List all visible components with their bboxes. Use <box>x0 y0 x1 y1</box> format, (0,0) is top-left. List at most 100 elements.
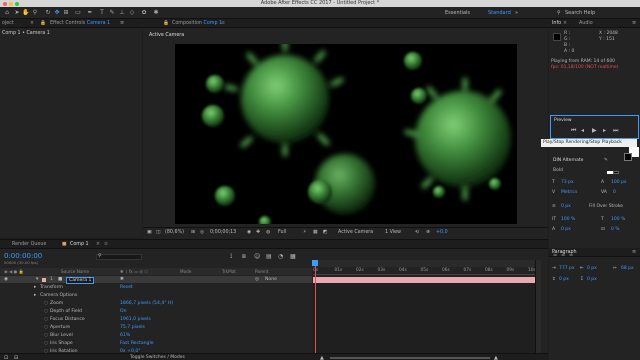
tab-info[interactable]: Info <box>552 20 561 27</box>
timeline-scrollbar[interactable] <box>535 260 541 355</box>
brush-tool-icon[interactable]: ✎ <box>108 9 116 17</box>
motion-blur-icon[interactable]: ◔ <box>278 253 283 260</box>
search-help-input[interactable]: Search Help <box>565 10 595 16</box>
resolution-dropdown[interactable]: Full <box>278 230 286 235</box>
align-left-icon[interactable]: ☰ <box>553 253 557 258</box>
font-style-dropdown[interactable]: Bold <box>553 168 563 173</box>
expand-layer-icon[interactable]: ▾ <box>36 276 38 283</box>
minimize-window-button[interactable] <box>9 1 13 6</box>
exposure-value[interactable]: +0,0 <box>436 230 448 235</box>
panel-menu-icon[interactable]: ≡ <box>632 249 636 255</box>
workspace-standard[interactable]: Standard <box>488 10 511 16</box>
region-of-interest-icon[interactable]: ▣ <box>147 230 152 235</box>
zoom-window-button[interactable] <box>15 1 19 6</box>
roto-brush-icon[interactable]: ✿ <box>140 9 148 17</box>
tab-effect-controls[interactable]: Effect Controls Camera 1 <box>50 20 110 27</box>
property-row[interactable]: ▸ Transform Reset <box>0 284 312 291</box>
property-row[interactable]: ◌ Focus Distance 1961,0 pixels <box>0 316 312 323</box>
stopwatch-icon[interactable]: ◌ <box>44 340 48 347</box>
stroke-type-dropdown[interactable]: Fill Over Stroke <box>589 204 623 209</box>
tab-render-queue[interactable]: Render Queue <box>12 241 46 248</box>
panel-menu-icon[interactable]: ≡ <box>104 241 108 248</box>
timeline-current-time[interactable]: 0:00:00:00 <box>4 252 42 260</box>
tab-project[interactable]: oject <box>2 20 14 27</box>
view-layout-dropdown[interactable]: 1 View <box>385 230 401 235</box>
tab-audio[interactable]: Audio <box>579 20 593 27</box>
toggle-switches-modes[interactable]: Toggle Switches / Modes <box>130 355 185 360</box>
eraser-tool-icon[interactable]: ◇ <box>128 9 136 17</box>
stopwatch-icon[interactable]: ◌ <box>44 300 48 307</box>
indent-left-field[interactable]: 777 px <box>559 266 575 271</box>
font-size-field[interactable]: 73 px <box>561 180 574 185</box>
align-right-icon[interactable]: ☰ <box>569 253 573 258</box>
rotate-tool-icon[interactable]: ↻ <box>44 9 52 17</box>
stopwatch-icon[interactable]: ◌ <box>44 308 48 315</box>
property-row[interactable]: ▸ Camera Options <box>0 292 312 299</box>
selection-tool-icon[interactable]: ➤ <box>13 9 21 17</box>
clone-stamp-icon[interactable]: ⊥ <box>118 9 126 17</box>
zoom-in-icon[interactable]: ▲ <box>494 355 498 360</box>
hand-tool-icon[interactable]: ✋ <box>22 9 30 17</box>
property-row[interactable]: ◌ Aperture 75,7 pixels <box>0 324 312 331</box>
kerning-field[interactable]: Metrics <box>561 190 577 195</box>
leading-field[interactable]: 100 px <box>611 180 627 185</box>
time-navigator[interactable] <box>313 260 535 267</box>
panel-menu-icon[interactable]: ≡ <box>221 20 225 27</box>
horizontal-scale-field[interactable]: 100 % <box>611 217 625 222</box>
zoom-slider[interactable] <box>330 357 490 359</box>
property-row[interactable]: ◌ Zoom 1866,7 pixels (54,4° H) <box>0 300 312 307</box>
fast-preview-icon[interactable]: ⚡ <box>303 230 306 235</box>
close-tab-icon[interactable]: × <box>30 20 34 27</box>
channel-icon[interactable]: ◍ <box>266 230 270 235</box>
space-before-field[interactable]: 0 px <box>559 277 569 282</box>
resolution-icon[interactable]: ◫ <box>156 230 161 235</box>
exposure-reset-icon[interactable]: ⟲ <box>415 230 419 235</box>
lock-icon[interactable]: 🔒 <box>163 20 169 27</box>
zoom-out-icon[interactable]: ▲ <box>320 355 324 360</box>
header-parent[interactable]: Parent <box>255 268 268 275</box>
parent-dropdown[interactable]: None <box>265 276 277 283</box>
first-frame-icon[interactable]: ⏮ <box>571 127 576 135</box>
transparency-grid-icon[interactable]: ▦ <box>313 230 318 235</box>
stroke-width-field[interactable]: 0 px <box>561 204 571 209</box>
header-source-name[interactable]: Source Name <box>61 268 89 275</box>
visibility-icon[interactable]: ◉ <box>4 276 8 283</box>
first-line-indent-field[interactable]: 68 px <box>621 266 634 271</box>
property-value[interactable]: 75,7 pixels <box>120 324 145 331</box>
stopwatch-icon[interactable]: ◌ <box>44 332 48 339</box>
property-value[interactable]: Reset <box>120 284 133 291</box>
property-value[interactable]: On <box>120 308 127 315</box>
header-mode[interactable]: Mode <box>180 268 191 275</box>
frame-blending-icon[interactable]: ▤ <box>266 253 272 260</box>
eyedropper-icon[interactable]: ✎ <box>604 158 608 163</box>
lock-icon[interactable]: 🔒 <box>40 20 46 27</box>
time-ruler[interactable]: 0s01s02s03s04s05s06s07s08s09s10s <box>313 267 536 275</box>
next-frame-icon[interactable]: ▸ <box>603 127 606 134</box>
layer-label-color[interactable] <box>42 277 46 282</box>
shy-layers-icon[interactable]: ☺ <box>254 253 260 260</box>
close-tab-icon[interactable]: × <box>563 20 567 27</box>
keyframe-area[interactable] <box>313 283 535 355</box>
play-stop-icon[interactable]: ▶ <box>592 127 597 134</box>
layer-row[interactable]: ◉ ▾ 1 ■ Camera 1 ✱ ◎ None <box>0 276 312 284</box>
snapshot-icon[interactable]: ◉ <box>247 230 251 235</box>
expand-property-icon[interactable]: ▸ <box>34 284 36 291</box>
timeline-search-input[interactable] <box>96 254 142 260</box>
property-value[interactable]: 1866,7 pixels (54,4° H) <box>120 300 173 307</box>
type-tool-icon[interactable]: T <box>98 9 106 17</box>
puppet-pin-icon[interactable]: ✱ <box>152 9 160 17</box>
tab-preview[interactable]: Preview <box>554 118 572 123</box>
graph-editor-icon[interactable]: ▦ <box>290 253 296 260</box>
stroke-color-swatch[interactable] <box>624 153 632 161</box>
indent-right-field[interactable]: 0 px <box>587 266 597 271</box>
close-window-button[interactable] <box>3 1 7 6</box>
property-row[interactable]: ◌ Iris Shape Fast Rectangle <box>0 340 312 347</box>
current-time-field[interactable]: 0;00;00;13 <box>210 230 236 235</box>
expand-layer-switches-icon[interactable]: ⊡ <box>4 355 8 360</box>
parent-link-icon[interactable]: ◎ <box>255 276 259 283</box>
last-frame-icon[interactable]: ⏭ <box>613 127 618 135</box>
grid-icon[interactable]: ⊞ <box>191 230 195 235</box>
stopwatch-icon[interactable]: ◌ <box>44 316 48 323</box>
previous-frame-icon[interactable]: ◂ <box>581 127 584 134</box>
stopwatch-icon[interactable]: ◌ <box>44 324 48 331</box>
